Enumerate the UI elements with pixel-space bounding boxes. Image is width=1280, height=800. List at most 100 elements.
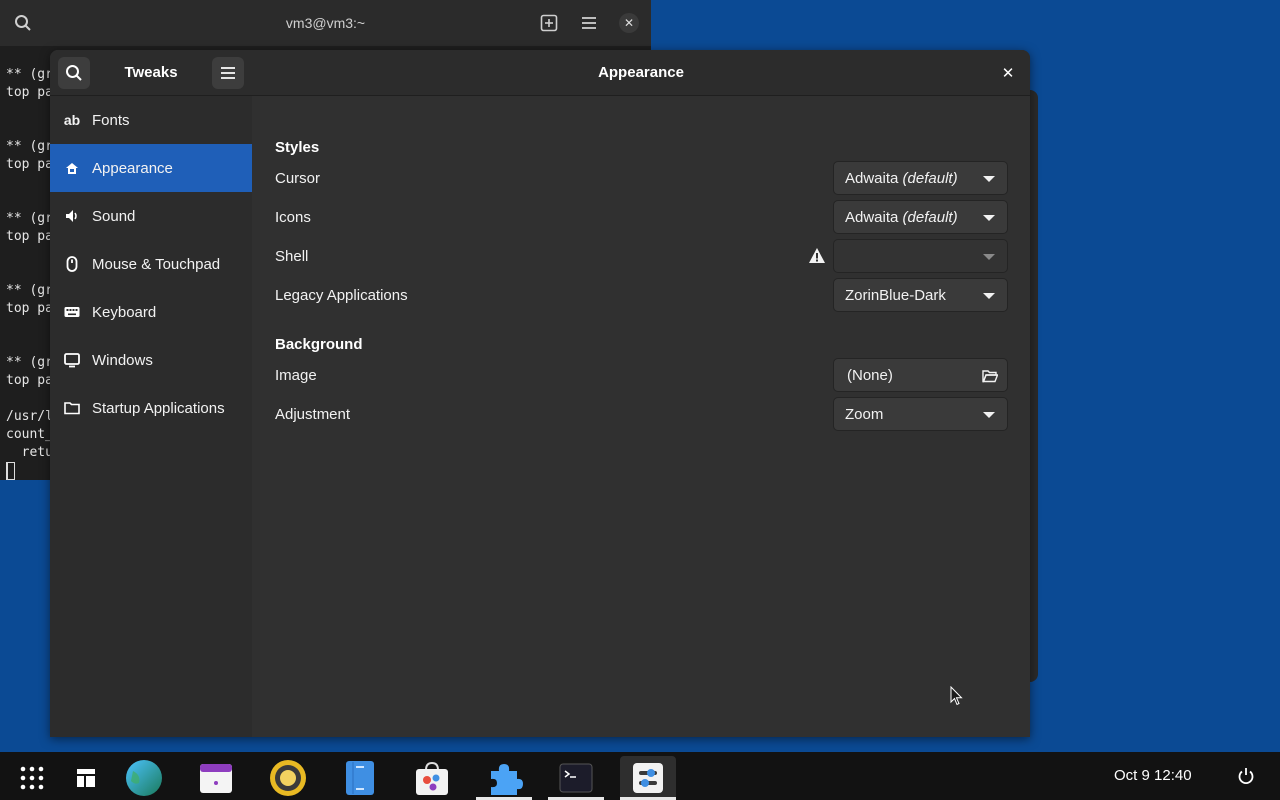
cursor-dropdown[interactable]: Adwaita (default)	[833, 161, 1008, 195]
adjustment-dropdown[interactable]: Zoom	[833, 397, 1008, 431]
terminal-close-button[interactable]: ✕	[619, 13, 639, 33]
taskbar-browser[interactable]	[116, 756, 172, 800]
keyboard-icon	[64, 304, 80, 320]
tweaks-window: Tweaks ab Fonts Appearance Sound Mouse &…	[50, 50, 1030, 737]
terminal-line: ** (gr	[6, 283, 53, 298]
image-label: Image	[275, 366, 317, 384]
sidebar-item-label: Startup Applications	[92, 399, 225, 417]
cursor-label: Cursor	[275, 169, 321, 187]
extensions-icon	[491, 764, 523, 795]
folder-icon	[64, 400, 80, 416]
sidebar-item-sound[interactable]: Sound	[50, 192, 252, 240]
taskbar-calendar[interactable]	[188, 756, 244, 800]
legacy-applications-label: Legacy Applications	[275, 286, 408, 304]
main-menu-button[interactable]	[212, 57, 244, 89]
terminal-line: top pa	[6, 301, 53, 316]
tweaks-icon	[633, 763, 663, 793]
image-row: Image (None)	[275, 358, 1008, 392]
mouse-icon	[64, 256, 80, 272]
image-file-chooser[interactable]: (None)	[833, 358, 1008, 392]
terminal-line: /usr/l	[6, 409, 53, 424]
legacy-applications-value: ZorinBlue-Dark	[845, 286, 946, 304]
software-store-icon	[416, 761, 448, 795]
sidebar-item-keyboard[interactable]: Keyboard	[50, 288, 252, 336]
taskbar-terminal[interactable]	[548, 756, 604, 800]
new-tab-icon[interactable]	[540, 14, 558, 32]
search-icon[interactable]	[14, 14, 32, 32]
icons-value: Adwaita	[845, 208, 899, 226]
hamburger-menu-icon	[221, 67, 235, 79]
taskbar-tweaks[interactable]	[620, 756, 676, 800]
sidebar-item-label: Windows	[92, 351, 153, 369]
appearance-icon	[64, 160, 80, 176]
taskbar-music-player[interactable]	[260, 756, 316, 800]
taskbar-software-store[interactable]	[404, 756, 460, 800]
adjustment-value: Zoom	[845, 405, 884, 423]
speaker-icon	[64, 208, 80, 224]
terminal-line: retu	[6, 445, 53, 460]
terminal-line: top pa	[6, 157, 53, 172]
app-title: Tweaks	[124, 64, 178, 81]
legacy-applications-dropdown[interactable]: ZorinBlue-Dark	[833, 278, 1008, 312]
search-icon	[66, 65, 82, 81]
power-icon[interactable]	[1237, 767, 1255, 785]
mouse-pointer-icon	[950, 686, 963, 706]
calendar-icon	[200, 764, 232, 793]
file-manager-icon	[346, 761, 374, 795]
sidebar-item-label: Sound	[92, 207, 136, 225]
terminal-line: ** (gr	[6, 139, 53, 154]
close-icon: ✕	[623, 16, 635, 30]
legacy-applications-row: Legacy Applications ZorinBlue-Dark	[275, 278, 1008, 312]
chevron-down-icon	[983, 293, 995, 299]
icons-label: Icons	[275, 208, 311, 226]
terminal-line: count_	[6, 427, 53, 442]
sidebar-item-startup-applications[interactable]: Startup Applications	[50, 384, 252, 432]
close-button[interactable]: ✕	[998, 63, 1018, 83]
taskbar-extensions[interactable]	[476, 756, 532, 800]
sidebar: Tweaks ab Fonts Appearance Sound Mouse &…	[50, 50, 252, 737]
shell-label: Shell	[275, 247, 309, 265]
workspaces-button[interactable]	[58, 756, 114, 800]
terminal-cursor	[6, 462, 15, 480]
terminal-line: ** (gr	[6, 211, 53, 226]
cursor-value: Adwaita	[845, 169, 899, 187]
chevron-down-icon	[983, 176, 995, 182]
main-header[interactable]: Appearance ✕	[252, 50, 1030, 96]
sidebar-item-fonts[interactable]: ab Fonts	[50, 96, 252, 144]
sidebar-item-label: Mouse & Touchpad	[92, 255, 221, 273]
terminal-line: ** (gr	[6, 67, 53, 82]
icons-default-tag: (default)	[902, 208, 958, 226]
workspaces-icon	[77, 769, 95, 787]
window-edge	[1030, 90, 1038, 682]
close-icon: ✕	[1001, 65, 1015, 82]
sidebar-item-appearance[interactable]: Appearance	[50, 144, 252, 192]
search-button[interactable]	[58, 57, 90, 89]
terminal-output[interactable]: ** (gr top pa ** (gr top pa ** (gr top pa *…	[6, 66, 53, 462]
background-heading: Background	[275, 336, 363, 353]
shell-dropdown[interactable]	[833, 239, 1008, 273]
app-grid-icon	[20, 766, 44, 790]
appearance-panel: Styles Cursor Adwaita (default) Icons Ad…	[252, 97, 1030, 737]
terminal-line: ** (gr	[6, 355, 53, 370]
sidebar-item-mouse-touchpad[interactable]: Mouse & Touchpad	[50, 240, 252, 288]
clock[interactable]: Oct 9 12:40	[1114, 767, 1192, 784]
app-grid-button[interactable]	[4, 756, 60, 800]
terminal-line: top pa	[6, 85, 53, 100]
styles-heading: Styles	[275, 139, 320, 156]
taskbar-file-manager[interactable]	[332, 756, 388, 800]
sidebar-item-windows[interactable]: Windows	[50, 336, 252, 384]
icons-dropdown[interactable]: Adwaita (default)	[833, 200, 1008, 234]
terminal-icon	[559, 763, 593, 793]
hamburger-menu-icon[interactable]	[580, 14, 598, 32]
terminal-header[interactable]: vm3@vm3:~ ✕	[0, 0, 651, 46]
image-value: (None)	[847, 366, 893, 384]
adjustment-row: Adjustment Zoom	[275, 397, 1008, 431]
